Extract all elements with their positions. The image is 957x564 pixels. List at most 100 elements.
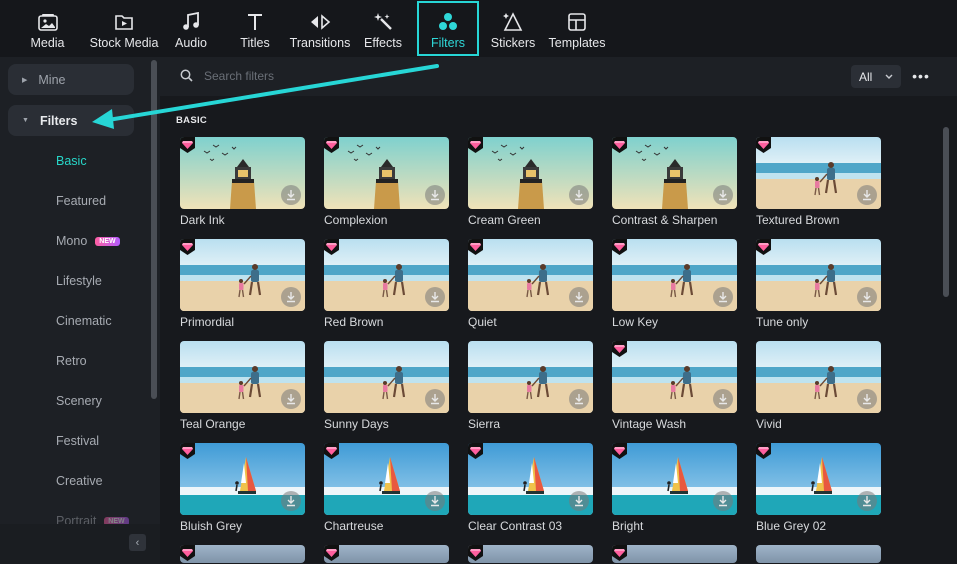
filter-thumbnail[interactable]	[612, 443, 737, 515]
download-icon[interactable]	[281, 287, 301, 307]
premium-gem-icon	[324, 137, 339, 153]
sidebar-item-scenery[interactable]: Scenery	[56, 394, 102, 408]
filter-thumbnail[interactable]	[180, 545, 305, 563]
filter-thumbnail[interactable]	[468, 545, 593, 563]
sidebar-item-cinematic[interactable]: Cinematic	[56, 314, 112, 328]
filter-card[interactable]: Cream Green	[468, 137, 593, 227]
sidebar-scrollbar[interactable]	[151, 60, 157, 399]
sidebar-item-mono[interactable]: MonoNEW	[56, 234, 120, 248]
filter-card[interactable]: Bright	[612, 443, 737, 533]
filter-thumbnail[interactable]	[468, 239, 593, 311]
toolbar-titles[interactable]: Titles	[235, 0, 275, 57]
filter-thumbnail[interactable]	[612, 137, 737, 209]
download-icon[interactable]	[569, 491, 589, 511]
premium-gem-icon	[468, 443, 483, 459]
download-icon[interactable]	[425, 389, 445, 409]
search-input[interactable]	[204, 65, 664, 87]
filter-card[interactable]	[756, 545, 881, 563]
download-icon[interactable]	[569, 287, 589, 307]
download-icon[interactable]	[281, 389, 301, 409]
filter-card[interactable]: Contrast & Sharpen	[612, 137, 737, 227]
toolbar-transitions[interactable]: Transitions	[285, 0, 355, 57]
filter-card[interactable]: Vintage Wash	[612, 341, 737, 431]
sidebar-item-creative[interactable]: Creative	[56, 474, 103, 488]
filter-thumbnail[interactable]	[468, 443, 593, 515]
download-icon[interactable]	[569, 185, 589, 205]
filter-card[interactable]: Red Brown	[324, 239, 449, 329]
toolbar-filters[interactable]: Filters	[416, 0, 480, 57]
download-icon[interactable]	[569, 389, 589, 409]
filter-thumbnail[interactable]	[324, 239, 449, 311]
filter-thumbnail[interactable]	[324, 545, 449, 563]
filter-thumbnail[interactable]	[324, 443, 449, 515]
sidebar-item-retro[interactable]: Retro	[56, 354, 87, 368]
filter-thumbnail[interactable]	[612, 545, 737, 563]
toolbar-media[interactable]: Media	[24, 0, 71, 57]
download-icon[interactable]	[713, 287, 733, 307]
filter-thumbnail[interactable]	[468, 137, 593, 209]
filter-card[interactable]: Complexion	[324, 137, 449, 227]
toolbar-audio[interactable]: Audio	[171, 0, 211, 57]
filter-card[interactable]: Tune only	[756, 239, 881, 329]
filter-thumbnail[interactable]	[180, 239, 305, 311]
download-icon[interactable]	[857, 287, 877, 307]
filter-card[interactable]	[324, 545, 449, 563]
download-icon[interactable]	[425, 287, 445, 307]
filter-card[interactable]: Vivid	[756, 341, 881, 431]
sidebar-item-lifestyle[interactable]: Lifestyle	[56, 274, 102, 288]
filter-thumbnail[interactable]	[180, 137, 305, 209]
download-icon[interactable]	[857, 389, 877, 409]
filter-card[interactable]: Clear Contrast 03	[468, 443, 593, 533]
toolbar-stickers[interactable]: Stickers	[492, 0, 534, 57]
download-icon[interactable]	[713, 491, 733, 511]
filter-card[interactable]: Blue Grey 02	[756, 443, 881, 533]
filter-card[interactable]: Textured Brown	[756, 137, 881, 227]
content-scrollbar[interactable]	[943, 127, 949, 297]
filter-card[interactable]: Sierra	[468, 341, 593, 431]
filter-thumbnail[interactable]	[756, 137, 881, 209]
filter-thumbnail[interactable]	[180, 341, 305, 413]
filter-thumbnail[interactable]	[756, 341, 881, 413]
toolbar-stock-media[interactable]: Stock Media	[78, 0, 170, 57]
filter-card[interactable]: Low Key	[612, 239, 737, 329]
filter-card[interactable]: Quiet	[468, 239, 593, 329]
filter-card[interactable]: Chartreuse	[324, 443, 449, 533]
download-icon[interactable]	[281, 185, 301, 205]
download-icon[interactable]	[281, 491, 301, 511]
filter-thumbnail[interactable]	[756, 443, 881, 515]
filter-thumbnail[interactable]	[324, 137, 449, 209]
filter-card[interactable]	[180, 545, 305, 563]
filter-card[interactable]	[612, 545, 737, 563]
filter-card[interactable]	[468, 545, 593, 563]
filter-card[interactable]: Primordial	[180, 239, 305, 329]
filter-thumbnail[interactable]	[612, 341, 737, 413]
collapse-sidebar-button[interactable]: ‹	[129, 534, 146, 551]
download-icon[interactable]	[857, 185, 877, 205]
sidebar-item-label: Basic	[56, 154, 87, 168]
category-filter-select[interactable]: All	[851, 65, 901, 88]
sidebar-item-festival[interactable]: Festival	[56, 434, 99, 448]
toolbar-templates[interactable]: Templates	[549, 0, 605, 57]
download-icon[interactable]	[857, 491, 877, 511]
download-icon[interactable]	[425, 491, 445, 511]
filter-card[interactable]: Dark Ink	[180, 137, 305, 227]
filter-thumbnail[interactable]	[180, 443, 305, 515]
filter-thumbnail[interactable]	[756, 239, 881, 311]
sidebar-group-mine[interactable]: ▶ Mine	[8, 64, 134, 95]
filter-thumbnail[interactable]	[756, 545, 881, 563]
sidebar-item-featured[interactable]: Featured	[56, 194, 106, 208]
more-options-button[interactable]: •••	[910, 65, 932, 87]
download-icon[interactable]	[425, 185, 445, 205]
filter-card[interactable]: Teal Orange	[180, 341, 305, 431]
filter-card[interactable]: Sunny Days	[324, 341, 449, 431]
filter-thumbnail[interactable]	[468, 341, 593, 413]
toolbar-effects[interactable]: Effects	[361, 0, 405, 57]
filter-card[interactable]: Bluish Grey	[180, 443, 305, 533]
filter-thumbnail[interactable]	[612, 239, 737, 311]
filter-thumbnail[interactable]	[324, 341, 449, 413]
download-icon[interactable]	[713, 389, 733, 409]
sidebar-item-basic[interactable]: Basic	[56, 154, 87, 168]
premium-gem-icon	[324, 239, 339, 255]
download-icon[interactable]	[713, 185, 733, 205]
sidebar-group-filters[interactable]: ▼ Filters	[8, 105, 134, 136]
